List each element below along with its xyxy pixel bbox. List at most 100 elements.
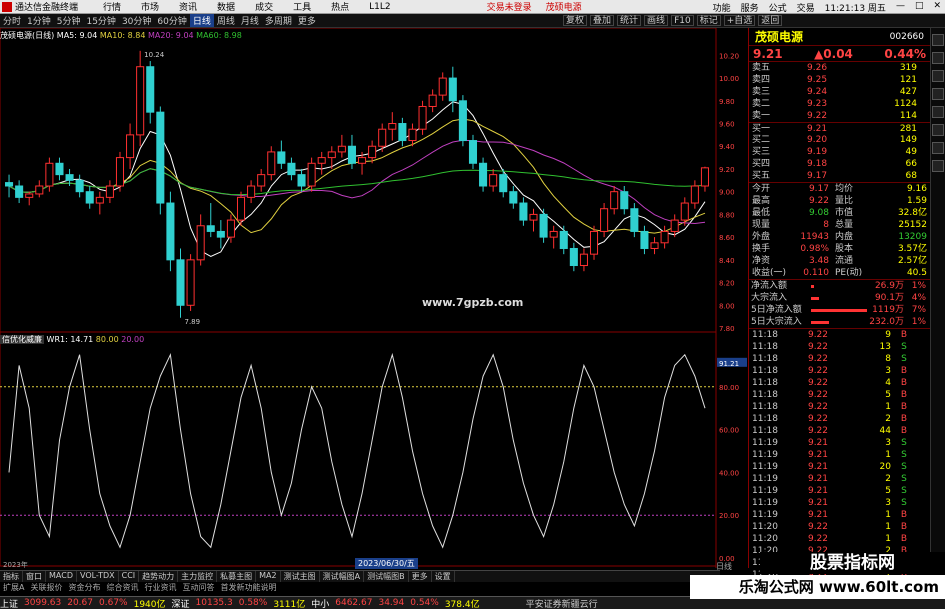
high-annotation: 10.24: [144, 51, 165, 59]
tick-volume: 20: [879, 462, 891, 472]
idx-sh-label[interactable]: 上证: [0, 597, 18, 609]
menu-chengjiao[interactable]: 成交: [255, 0, 273, 13]
indicator-tab[interactable]: 窗口: [23, 571, 46, 582]
indicator-tab[interactable]: 私募主图: [217, 571, 257, 582]
info-tab[interactable]: 关联报价: [27, 582, 65, 592]
maximize-icon[interactable]: □: [915, 1, 924, 14]
fund-flow-row: 5日净流入额 1119万 7%: [749, 304, 930, 316]
indicator-tab[interactable]: VOL-TDX: [77, 571, 119, 582]
menu-gongju[interactable]: 工具: [293, 0, 311, 13]
period-fenshi[interactable]: 分时: [0, 14, 24, 27]
period-daily[interactable]: 日线: [189, 14, 214, 27]
tool-tongji[interactable]: 统计: [617, 15, 642, 26]
idx-zx-label[interactable]: 中小: [311, 597, 329, 609]
orderbook-row[interactable]: 卖四 9.25 121: [749, 74, 930, 86]
menu-l1l2[interactable]: L1L2: [369, 2, 390, 12]
tool-zixuan[interactable]: +自选: [723, 15, 756, 26]
orderbook-row[interactable]: 卖一 9.22 114: [749, 110, 930, 122]
menu-zixun[interactable]: 资讯: [179, 0, 197, 13]
tool-diejia[interactable]: 叠加: [590, 15, 615, 26]
menu-redian[interactable]: 热点: [331, 0, 349, 13]
side-button-icon[interactable]: [932, 142, 944, 154]
tick-list[interactable]: 11:18 9.22 9 B 11:18 9.22 13 S 11:18 9.22 8 S 11:18 9…: [749, 328, 930, 581]
candle-body: [438, 77, 447, 96]
indicator-tab[interactable]: 测试幅图B: [364, 571, 409, 582]
indicator-tab[interactable]: 趋势动力: [139, 571, 179, 582]
indicator-name[interactable]: 信优化威廉: [0, 335, 44, 344]
period-30min[interactable]: 30分钟: [119, 14, 154, 27]
close-icon[interactable]: ✕: [933, 1, 941, 14]
orderbook-row[interactable]: 买一 9.21 281: [749, 122, 930, 134]
period-weekly[interactable]: 周线: [214, 14, 238, 27]
indicator-tab[interactable]: 指标: [0, 571, 23, 582]
trade-login-status[interactable]: 交易未登录: [487, 0, 532, 13]
tool-fanhui[interactable]: 返回: [758, 15, 783, 26]
indicator-tab[interactable]: 设置: [432, 571, 455, 582]
info-tab[interactable]: 扩展A: [0, 582, 27, 592]
tick-time: 11:18: [752, 342, 778, 352]
period-more[interactable]: 更多: [295, 14, 319, 27]
menu-formula[interactable]: 公式: [769, 1, 787, 14]
orderbook-row[interactable]: 买二 9.20 149: [749, 134, 930, 146]
tool-fuquan[interactable]: 复权: [563, 15, 588, 26]
tool-biaoji[interactable]: 标记: [696, 15, 721, 26]
tick-row: 11:18 9.22 44 B: [749, 425, 930, 437]
indicator-tab[interactable]: 测试主图: [281, 571, 320, 582]
candle-body: [499, 174, 508, 193]
side-button-icon[interactable]: [932, 34, 944, 46]
orderbook-row[interactable]: 买五 9.17 68: [749, 170, 930, 182]
indicator-tab[interactable]: MACD: [46, 571, 77, 582]
side-button-icon[interactable]: [932, 88, 944, 100]
period-monthly[interactable]: 月线: [238, 14, 262, 27]
side-button-icon[interactable]: [932, 52, 944, 64]
period-15min[interactable]: 15分钟: [83, 14, 118, 27]
period-multi[interactable]: 多周期: [262, 14, 295, 27]
period-5min[interactable]: 5分钟: [54, 14, 84, 27]
period-60min[interactable]: 60分钟: [154, 14, 189, 27]
info-tab[interactable]: 互动问答: [179, 582, 217, 592]
side-button-icon[interactable]: [932, 70, 944, 82]
side-button-icon[interactable]: [932, 160, 944, 172]
menu-service[interactable]: 服务: [741, 1, 759, 14]
stat-cell: 现量: [752, 220, 771, 230]
orderbook-row[interactable]: 买三 9.19 49: [749, 146, 930, 158]
candle-body: [640, 230, 649, 249]
stat-cell: 内盘: [835, 232, 854, 242]
info-tab[interactable]: 资金分布: [65, 582, 103, 592]
menu-function[interactable]: 功能: [713, 1, 731, 14]
candle-body: [35, 185, 44, 195]
tool-huaxian[interactable]: 画线: [644, 15, 669, 26]
orderbook-row[interactable]: 买四 9.18 66: [749, 158, 930, 170]
tick-time: 11:18: [752, 366, 778, 376]
tick-row: 11:20 9.22 1B: [749, 533, 930, 545]
stock-name: 茂硕电源: [755, 30, 804, 44]
period-1min[interactable]: 1分钟: [24, 14, 54, 27]
info-tab[interactable]: 首发新功能说明: [217, 582, 279, 592]
menu-shichang[interactable]: 市场: [141, 0, 159, 13]
tick-side: B: [900, 510, 908, 520]
tick-time: 11:18: [752, 402, 778, 412]
candle-body: [267, 151, 276, 176]
side-button-icon[interactable]: [932, 124, 944, 136]
indicator-tab[interactable]: CCI: [119, 571, 140, 582]
indicator-tab[interactable]: 更多: [409, 571, 432, 582]
indicator-wr: WR1: 14.71: [46, 335, 94, 344]
indicator-tab[interactable]: MA2: [256, 571, 281, 582]
side-button-icon[interactable]: [932, 106, 944, 118]
info-tab[interactable]: 综合资讯: [103, 582, 141, 592]
menu-shuju[interactable]: 数据: [217, 0, 235, 13]
indicator-tab[interactable]: 测试幅图A: [320, 571, 365, 582]
orderbook-row[interactable]: 卖二 9.23 1124: [749, 98, 930, 110]
orderbook-row[interactable]: 卖三 9.24 427: [749, 86, 930, 98]
price-tick-label: 10.00: [719, 75, 739, 83]
menu-trade[interactable]: 交易: [797, 1, 815, 14]
indicator-tab[interactable]: 主力监控: [178, 571, 218, 582]
candle-body: [368, 145, 377, 159]
info-tab[interactable]: 行业资讯: [141, 582, 179, 592]
idx-sz-label[interactable]: 深证: [172, 597, 190, 609]
tool-f10[interactable]: F10: [671, 15, 694, 26]
orderbook-row[interactable]: 卖五 9.26 319: [749, 62, 930, 74]
kline-chart[interactable]: 10.20 10.00 9.80 9.60 9.40 9.20 9.00 8.80 8.60 8.…: [0, 28, 748, 570]
minimize-icon[interactable]: —: [896, 1, 905, 14]
menu-hangqing[interactable]: 行情: [103, 0, 121, 13]
